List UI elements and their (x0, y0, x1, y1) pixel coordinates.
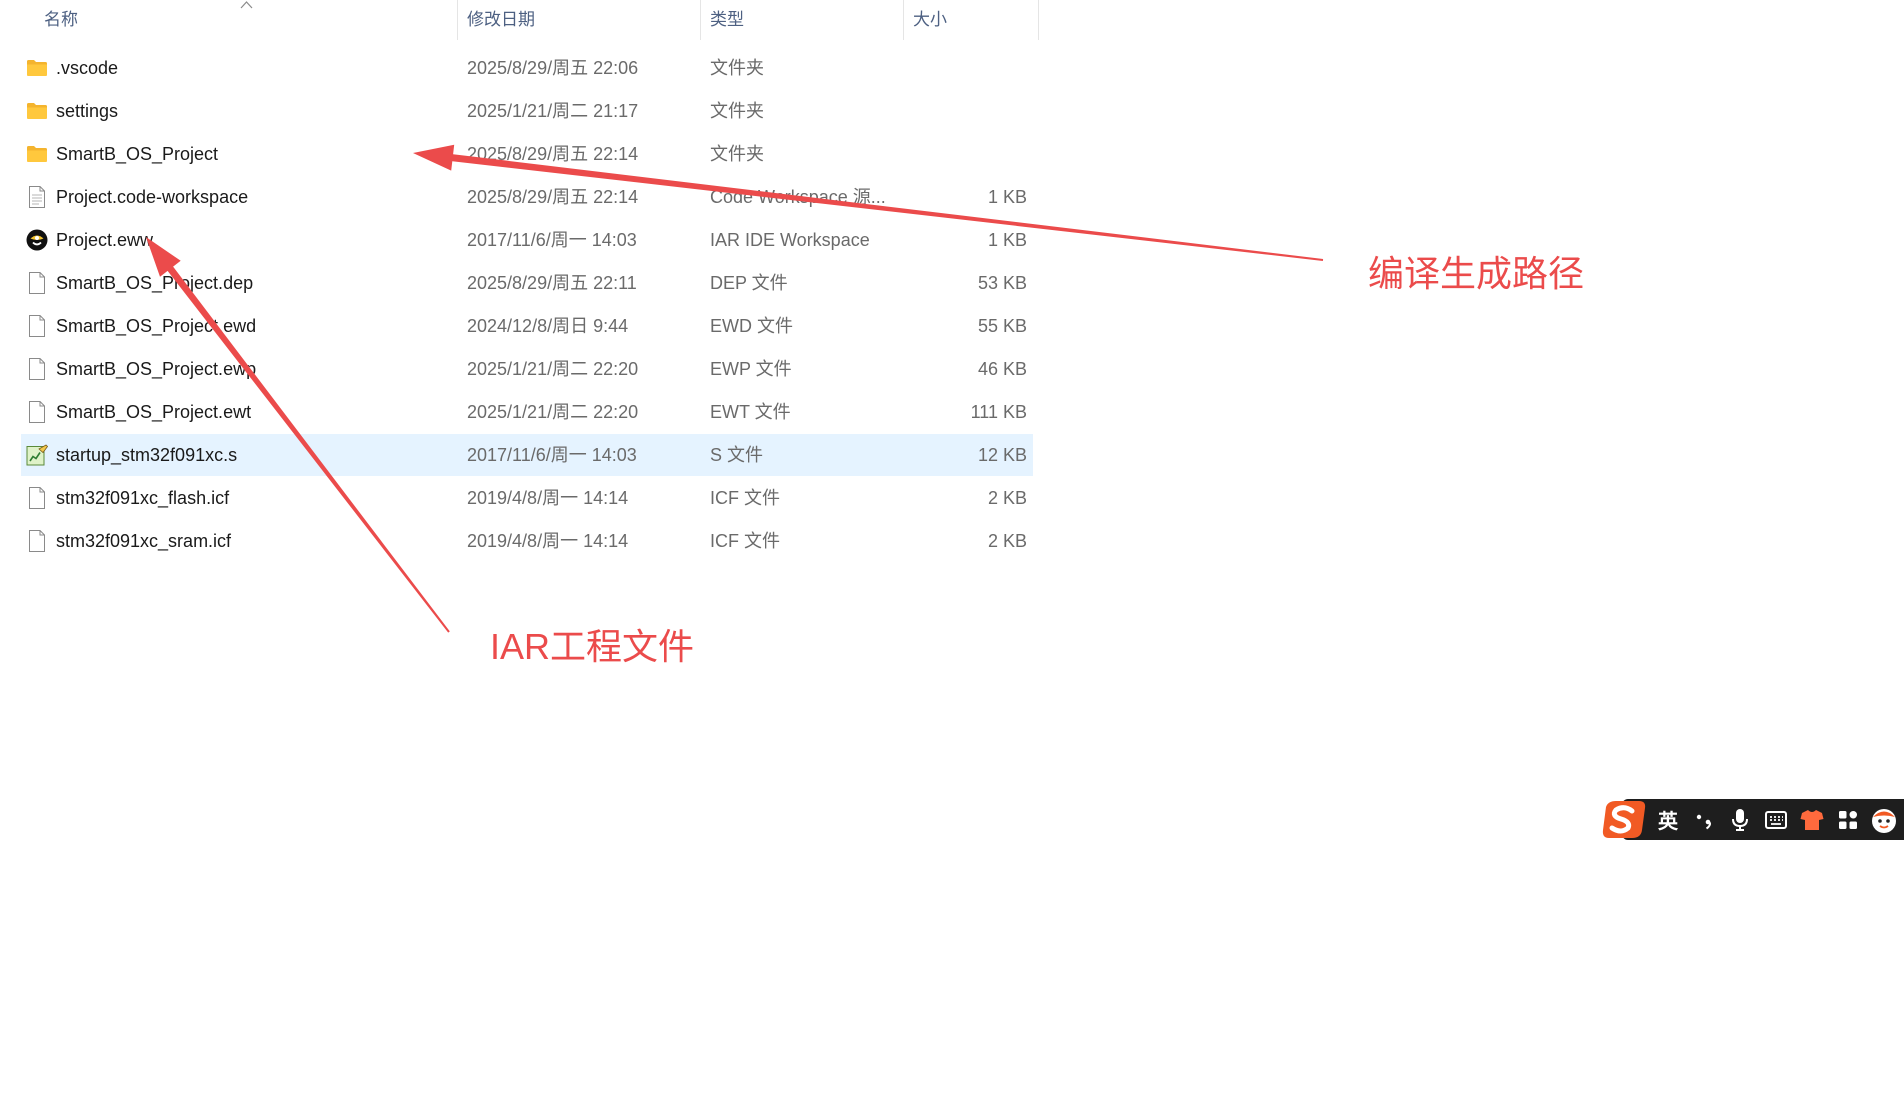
chevron-up-icon (240, 1, 253, 9)
file-modified: 2025/1/21/周二 21:17 (467, 101, 639, 121)
file-type: 文件夹 (710, 144, 764, 164)
file-size: 53 KB (977, 273, 1027, 293)
file-type: ICF 文件 (710, 531, 780, 551)
file-modified: 2024/12/8/周日 9:44 (467, 316, 629, 336)
file-icon (24, 520, 50, 562)
mascot-icon[interactable] (1866, 799, 1902, 840)
table-row[interactable]: Project.eww 2017/11/6/周一 14:03 IAR IDE Wor… (21, 219, 1033, 261)
file-name: SmartB_OS_Project.ewd (56, 316, 257, 336)
file-modified: 2017/11/6/周一 14:03 (467, 445, 637, 465)
file-name: SmartB_OS_Project.ewt (56, 402, 252, 422)
table-row[interactable]: settings 2025/1/21/周二 21:17 文件夹 (21, 90, 1033, 132)
file-type: S 文件 (710, 445, 764, 465)
file-type: EWT 文件 (710, 402, 791, 422)
column-modified[interactable]: 修改日期 (467, 0, 535, 40)
table-row[interactable]: startup_stm32f091xc.s 2017/11/6/周一 14:03 S… (21, 434, 1033, 476)
file-modified: 2025/1/21/周二 22:20 (467, 402, 639, 422)
column-name[interactable]: 名称 (44, 0, 78, 40)
table-row[interactable]: SmartB_OS_Project 2025/8/29/周五 22:14 文件夹 (21, 133, 1033, 175)
punctuation-icon[interactable] (1686, 799, 1722, 840)
file-size: 2 KB (987, 488, 1027, 508)
folder-icon (24, 133, 50, 175)
toolbox-icon[interactable] (1830, 799, 1866, 840)
file-name: SmartB_OS_Project.ewp (56, 359, 257, 379)
column-type[interactable]: 类型 (710, 0, 744, 40)
table-row[interactable]: SmartB_OS_Project.ewt 2025/1/21/周二 22:20 E… (21, 391, 1033, 433)
source-file-icon (24, 434, 50, 476)
column-size[interactable]: 大小 (913, 0, 947, 40)
column-divider[interactable] (903, 0, 904, 40)
file-type: EWP 文件 (710, 359, 792, 379)
file-modified: 2025/8/29/周五 22:11 (467, 273, 637, 293)
table-row[interactable]: .vscode 2025/8/29/周五 22:06 文件夹 (21, 47, 1033, 89)
document-icon (24, 176, 50, 218)
table-row[interactable]: SmartB_OS_Project.ewd 2024/12/8/周日 9:44 EW… (21, 305, 1033, 347)
file-icon (24, 305, 50, 347)
file-type: 文件夹 (710, 101, 764, 121)
file-modified: 2025/8/29/周五 22:14 (467, 144, 639, 164)
file-modified: 2017/11/6/周一 14:03 (467, 230, 637, 250)
sogou-logo-icon[interactable] (1600, 799, 1650, 840)
folder-icon (24, 90, 50, 132)
file-size: 1 KB (987, 230, 1027, 250)
file-name: startup_stm32f091xc.s (56, 445, 238, 465)
file-name: settings (56, 101, 119, 121)
column-divider[interactable] (1038, 0, 1039, 40)
file-modified: 2025/8/29/周五 22:06 (467, 58, 639, 78)
keyboard-icon[interactable] (1758, 799, 1794, 840)
file-size: 12 KB (977, 445, 1027, 465)
table-row[interactable]: stm32f091xc_sram.icf 2019/4/8/周一 14:14 ICF… (21, 520, 1033, 562)
ime-mode-toggle[interactable]: 英 (1650, 799, 1686, 840)
file-type: IAR IDE Workspace (710, 230, 870, 250)
file-size: 46 KB (977, 359, 1027, 379)
file-modified: 2019/4/8/周一 14:14 (467, 488, 629, 508)
file-type: 文件夹 (710, 58, 764, 78)
file-icon (24, 477, 50, 519)
file-size: 55 KB (977, 316, 1027, 336)
file-type: EWD 文件 (710, 316, 793, 336)
file-size: 1 KB (987, 187, 1027, 207)
file-name: stm32f091xc_sram.icf (56, 531, 232, 551)
microphone-icon[interactable] (1722, 799, 1758, 840)
file-icon (24, 391, 50, 433)
file-modified: 2025/8/29/周五 22:14 (467, 187, 639, 207)
file-name: SmartB_OS_Project (56, 144, 219, 164)
file-type: DEP 文件 (710, 273, 788, 293)
file-icon (24, 262, 50, 304)
file-name: Project.eww (56, 230, 154, 250)
column-header: 名称 修改日期 类型 大小 (0, 0, 1040, 40)
annotation-iar-project-file: IAR工程文件 (490, 626, 695, 667)
iar-icon (24, 219, 50, 261)
column-divider[interactable] (457, 0, 458, 40)
table-row[interactable]: stm32f091xc_flash.icf 2019/4/8/周一 14:14 IC… (21, 477, 1033, 519)
file-name: SmartB_OS_Project.dep (56, 273, 254, 293)
table-row[interactable]: SmartB_OS_Project.dep 2025/8/29/周五 22:11 D… (21, 262, 1033, 304)
table-row[interactable]: SmartB_OS_Project.ewp 2025/1/21/周二 22:20 E… (21, 348, 1033, 390)
file-list: .vscode 2025/8/29/周五 22:06 文件夹 settings 2025… (21, 47, 1033, 567)
file-icon (24, 348, 50, 390)
file-type: ICF 文件 (710, 488, 780, 508)
annotation-build-output-path: 编译生成路径 (1368, 253, 1585, 294)
file-name: Project.code-workspace (56, 187, 249, 207)
ime-toolbar: 英 (1600, 799, 1904, 840)
file-type: Code Workspace 源... (710, 187, 886, 207)
file-size: 111 KB (970, 402, 1027, 422)
skin-icon[interactable] (1794, 799, 1830, 840)
column-divider[interactable] (700, 0, 701, 40)
table-row[interactable]: Project.code-workspace 2025/8/29/周五 22:14… (21, 176, 1033, 218)
file-modified: 2025/1/21/周二 22:20 (467, 359, 639, 379)
file-name: .vscode (56, 58, 119, 78)
file-name: stm32f091xc_flash.icf (56, 488, 230, 508)
folder-icon (24, 47, 50, 89)
file-size: 2 KB (987, 531, 1027, 551)
file-modified: 2019/4/8/周一 14:14 (467, 531, 629, 551)
